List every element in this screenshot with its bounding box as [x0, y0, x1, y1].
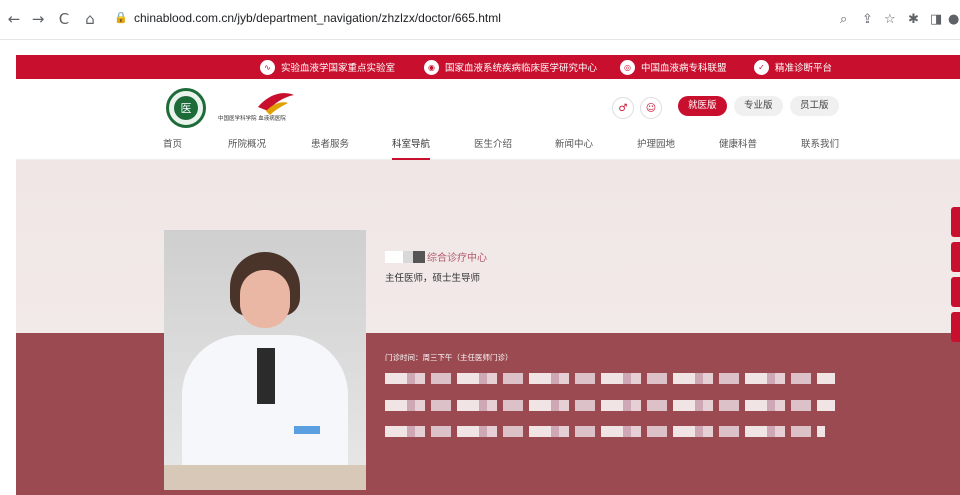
circle-logo-icon: ◉ [424, 59, 439, 75]
nav-nursing[interactable]: 护理园地 [637, 135, 675, 160]
browser-window: ← → C ⌂ 🔒 chinablood.com.cn/jyb/departme… [0, 0, 960, 495]
share-icon[interactable]: ⇪ [862, 12, 873, 27]
extensions-icon[interactable]: ✱ [908, 12, 919, 27]
version-staff-button[interactable]: 员工版 [790, 96, 839, 116]
reload-icon[interactable]: C [54, 9, 74, 29]
browser-toolbar: ← → C ⌂ 🔒 chinablood.com.cn/jyb/departme… [0, 0, 960, 40]
hospital-name-logo[interactable]: 中国医学科学院 血液病医院 [218, 89, 328, 129]
sidepanel-icon[interactable]: ◨ [930, 12, 942, 27]
lock-icon: 🔒 [114, 11, 128, 24]
department-label: 综合诊疗中心 [427, 253, 487, 264]
side-float-tab[interactable] [951, 277, 960, 307]
doctor-photo [164, 230, 366, 490]
version-professional-button[interactable]: 专业版 [734, 96, 783, 116]
zoom-icon[interactable]: ⌕ [840, 12, 847, 27]
nav-doctors[interactable]: 医生介绍 [474, 135, 512, 160]
doctor-title: 主任医师，硕士生导师 [385, 273, 481, 284]
nav-patient-services[interactable]: 患者服务 [311, 135, 349, 160]
top-link-bar: ∿ 实验血液学国家重点实验室 ◉ 国家血液系统疾病临床医学研究中心 ◎ 中国血液… [16, 55, 960, 79]
top-link-label: 精准诊断平台 [775, 63, 833, 74]
nav-about[interactable]: 所院概况 [228, 135, 266, 160]
side-float-tab[interactable] [951, 312, 960, 342]
redacted-bio-line [385, 400, 835, 411]
top-link-label: 实验血液学国家重点实验室 [281, 63, 396, 74]
main-nav: 首页 所院概况 患者服务 科室导航 医生介绍 新闻中心 护理园地 健康科普 联系… [16, 135, 960, 160]
doctor-department: 综合诊疗中心 [385, 249, 487, 264]
side-float-tab[interactable] [951, 242, 960, 272]
home-icon[interactable]: ⌂ [80, 9, 100, 29]
site-header: 医 中国医学科学院 血液病医院 ♂ ☺ 就医版 专业版 员工版 [16, 79, 960, 135]
url-text[interactable]: chinablood.com.cn/jyb/department_navigat… [134, 11, 501, 25]
top-link-diagnosis[interactable]: ✓ 精准诊断平台 [754, 55, 832, 79]
check-icon: ✓ [754, 59, 769, 75]
top-link-lab[interactable]: ∿ 实验血液学国家重点实验室 [260, 55, 395, 79]
name-redaction [385, 250, 425, 263]
forward-icon[interactable]: → [28, 9, 48, 29]
top-link-alliance[interactable]: ◎ 中国血液病专科联盟 [620, 55, 727, 79]
nav-contact[interactable]: 联系我们 [801, 135, 839, 160]
hospital-emblem-logo[interactable]: 医 [166, 88, 206, 128]
clinic-time: 门诊时间：周三下午（主任医师门诊） [385, 353, 513, 362]
nav-news[interactable]: 新闻中心 [555, 135, 593, 160]
back-icon[interactable]: ← [4, 9, 24, 29]
side-float-tab[interactable] [951, 207, 960, 237]
redacted-bio-line [385, 426, 825, 437]
star-icon[interactable]: ☆ [884, 12, 896, 27]
eye-icon: ◎ [620, 59, 635, 75]
profile-icon[interactable]: ● [948, 12, 959, 27]
gender-icon[interactable]: ♂ [612, 97, 634, 119]
nav-departments[interactable]: 科室导航 [392, 135, 431, 160]
nav-home[interactable]: 首页 [163, 135, 182, 160]
top-link-label: 国家血液系统疾病临床医学研究中心 [445, 63, 598, 74]
elder-care-icon[interactable]: ☺ [640, 97, 662, 119]
nav-health[interactable]: 健康科普 [719, 135, 757, 160]
logo-text: 中国医学科学院 血液病医院 [218, 114, 286, 122]
wave-icon: ∿ [260, 59, 275, 75]
version-patient-button[interactable]: 就医版 [678, 96, 727, 116]
redacted-bio-line [385, 373, 835, 384]
address-bar[interactable]: 🔒 chinablood.com.cn/jyb/department_navig… [108, 7, 946, 33]
top-link-label: 中国血液病专科联盟 [641, 63, 727, 74]
emblem-glyph: 医 [174, 96, 198, 120]
top-link-research-center[interactable]: ◉ 国家血液系统疾病临床医学研究中心 [424, 55, 597, 79]
